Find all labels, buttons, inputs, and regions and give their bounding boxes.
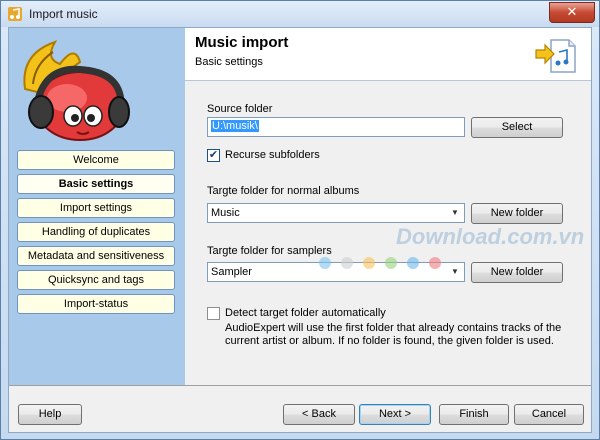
sidebar: Welcome Basic settings Import settings H…	[9, 28, 185, 385]
detect-target-checkbox[interactable]	[207, 307, 220, 320]
new-folder-button-samplers[interactable]: New folder	[471, 262, 563, 283]
watermark-dot	[429, 257, 441, 269]
target-normal-value: Music	[211, 207, 240, 219]
target-samplers-select[interactable]: Sampler ▼	[207, 262, 465, 282]
title-bar[interactable]: Import music ✕	[1, 1, 599, 27]
sidebar-item-welcome[interactable]: Welcome	[17, 150, 175, 170]
music-note-icon	[8, 7, 22, 21]
mascot-logo-icon	[23, 40, 130, 141]
watermark-dot	[363, 257, 375, 269]
page-title: Music import	[195, 34, 289, 51]
watermark-dot	[385, 257, 397, 269]
new-folder-button-normal[interactable]: New folder	[471, 203, 563, 224]
sidebar-item-metadata[interactable]: Metadata and sensitiveness	[17, 246, 175, 266]
next-button[interactable]: Next >	[359, 404, 431, 425]
watermark-dot	[319, 257, 331, 269]
sidebar-item-handling-of-duplicates[interactable]: Handling of duplicates	[17, 222, 175, 242]
target-normal-label: Targte folder for normal albums	[207, 185, 360, 197]
source-folder-label: Source folder	[207, 103, 273, 115]
main-panel: Music import Basic settings Source folde…	[185, 28, 591, 385]
target-samplers-value: Sampler	[211, 266, 252, 278]
target-normal-select[interactable]: Music ▼	[207, 203, 465, 223]
back-button[interactable]: < Back	[283, 404, 355, 425]
window-title: Import music	[29, 7, 98, 21]
sidebar-item-import-status[interactable]: Import-status	[17, 294, 175, 314]
page-header: Music import Basic settings	[185, 28, 591, 81]
sidebar-item-import-settings[interactable]: Import settings	[17, 198, 175, 218]
footer-divider	[9, 385, 591, 386]
chevron-down-icon: ▼	[451, 208, 459, 217]
recurse-subfolders-label: Recurse subfolders	[225, 149, 320, 161]
recurse-subfolders-checkbox[interactable]: ✔	[207, 149, 220, 162]
watermark-dot	[341, 257, 353, 269]
detect-target-description-1: AudioExpert will use the first folder th…	[225, 322, 562, 334]
sidebar-item-basic-settings[interactable]: Basic settings	[17, 174, 175, 194]
source-folder-input[interactable]: U:\musik\	[207, 117, 465, 137]
import-music-window: Import music ✕ Welcome Basic settings Im…	[0, 0, 600, 440]
source-folder-value: U:\musik\	[211, 120, 259, 132]
close-icon: ✕	[566, 4, 578, 19]
finish-button[interactable]: Finish	[439, 404, 509, 425]
watermark: Download.com.vn	[396, 224, 585, 249]
detect-target-description-2: current artist or album. If no folder is…	[225, 335, 554, 347]
import-file-icon	[535, 39, 576, 73]
close-button[interactable]: ✕	[549, 2, 595, 23]
cancel-button[interactable]: Cancel	[514, 404, 584, 425]
chevron-down-icon: ▼	[451, 267, 459, 276]
detect-target-label: Detect target folder automatically	[225, 307, 386, 319]
sidebar-item-quicksync[interactable]: Quicksync and tags	[17, 270, 175, 290]
select-button[interactable]: Select	[471, 117, 563, 138]
target-samplers-label: Targte folder for samplers	[207, 245, 332, 257]
page-subtitle: Basic settings	[195, 56, 263, 68]
help-button[interactable]: Help	[18, 404, 82, 425]
watermark-dot	[407, 257, 419, 269]
